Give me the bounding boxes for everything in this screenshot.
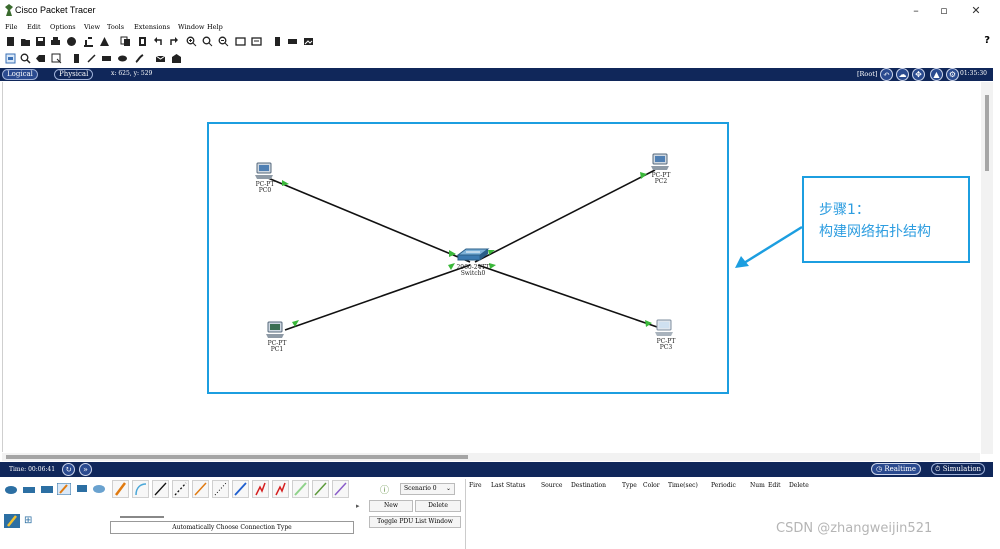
scenario-info-icon: ⓘ xyxy=(380,486,390,496)
pdu-column-header: Destination xyxy=(571,482,607,489)
pdu-column-header: Last Status xyxy=(491,482,526,489)
end-devices-category-icon[interactable] xyxy=(75,483,89,495)
packet-tracer-window: Cisco Packet Tracer – ▫ ✕ File Edit Opti… xyxy=(0,0,1000,549)
pdu-column-header: Periodic xyxy=(711,482,736,489)
pdu-column-header: Source xyxy=(541,482,563,489)
hubs-category-icon[interactable] xyxy=(40,483,54,495)
coaxial-icon[interactable] xyxy=(232,480,249,498)
connections-subcategory-icon[interactable] xyxy=(4,514,20,528)
callout-arrow xyxy=(735,225,803,268)
fiber-icon[interactable] xyxy=(192,480,209,498)
pdu-column-header: Color xyxy=(643,482,660,489)
pdu-column-header: Edit xyxy=(768,482,781,489)
pc-icon[interactable] xyxy=(255,162,273,179)
iot-custom-cable-icon[interactable] xyxy=(312,480,329,498)
link-pc3-switch0[interactable] xyxy=(477,263,661,329)
panel-collapse-icon[interactable]: ▸ xyxy=(356,502,360,510)
pdu-column-header: Time(sec) xyxy=(668,482,698,489)
panel-divider xyxy=(465,479,466,549)
power-cycle-icon[interactable]: ↻ xyxy=(62,463,75,476)
link-pc1-switch0[interactable] xyxy=(284,263,471,331)
routers-category-icon[interactable] xyxy=(4,483,18,495)
realtime-mode-button[interactable]: ◷ Realtime xyxy=(871,463,922,475)
wan-emulation-category-icon[interactable] xyxy=(92,483,106,495)
time-bar: Time: 00:06:41 ↻ » ◷ Realtime ⏱ Simulati… xyxy=(0,462,993,477)
toggle-pdu-list-button[interactable]: Toggle PDU List Window xyxy=(369,516,461,528)
time-label: Time: 00:06:41 xyxy=(9,466,56,473)
connections-category-icon[interactable] xyxy=(57,483,71,495)
fast-forward-icon[interactable]: » xyxy=(79,463,92,476)
simulation-mode-button[interactable]: ⏱ Simulation xyxy=(931,463,986,475)
pc-icon[interactable] xyxy=(655,319,673,336)
pdu-column-header: Delete xyxy=(789,482,809,489)
pc-icon[interactable] xyxy=(651,153,669,170)
simulation-label: Simulation xyxy=(942,465,982,473)
palette-scroll-thumb[interactable] xyxy=(120,516,164,518)
device-label: PC-PT PC2 xyxy=(646,173,676,185)
serial-dce-icon[interactable] xyxy=(252,480,269,498)
link-pc2-switch0[interactable] xyxy=(474,169,656,263)
simulation-icon: ⏱ xyxy=(935,465,941,473)
scenario-select[interactable]: Scenario 0 ⌄ xyxy=(400,483,455,495)
device-name-label: PC3 xyxy=(659,344,673,351)
device-name-label: Switch0 xyxy=(460,270,486,277)
crossover-icon[interactable] xyxy=(172,480,189,498)
watermark: CSDN @zhangweijin521 xyxy=(776,521,933,536)
device-name-label: PC0 xyxy=(258,187,272,194)
device-name-label: PC2 xyxy=(654,178,668,185)
device-label: PC-PT PC0 xyxy=(250,182,280,194)
pdu-column-header: Type xyxy=(622,482,637,489)
realtime-label: Realtime xyxy=(884,465,917,473)
device-label: PC-PT PC3 xyxy=(651,339,681,351)
serial-dte-icon[interactable] xyxy=(272,480,289,498)
usb-cable-icon[interactable] xyxy=(332,480,349,498)
link-pc0-switch0[interactable] xyxy=(267,177,471,263)
step-callout: 步骤1： 构建网络拓扑结构 xyxy=(802,176,970,263)
pdu-column-header: Fire xyxy=(469,482,482,489)
delete-scenario-button[interactable]: Delete xyxy=(415,500,461,512)
device-label: 2960-24TT Switch0 xyxy=(452,265,494,277)
straight-through-icon[interactable] xyxy=(152,480,169,498)
pdu-column-header: Num xyxy=(750,482,765,489)
console-cable-icon[interactable] xyxy=(132,480,149,498)
phone-cable-icon[interactable] xyxy=(212,480,229,498)
callout-description: 构建网络拓扑结构 xyxy=(819,224,931,240)
realtime-icon: ◷ xyxy=(876,465,883,473)
chevron-down-icon: ⌄ xyxy=(445,485,451,492)
device-label: PC-PT PC1 xyxy=(262,341,292,353)
grid-icon[interactable]: ⊞ xyxy=(24,515,32,526)
new-scenario-button[interactable]: New xyxy=(369,500,413,512)
octal-cable-icon[interactable] xyxy=(292,480,309,498)
switches-category-icon[interactable] xyxy=(22,483,36,495)
auto-connection-icon[interactable] xyxy=(112,480,129,498)
callout-step: 步骤1： xyxy=(819,202,870,218)
pc-icon[interactable] xyxy=(266,321,284,338)
device-name-label: PC1 xyxy=(270,346,284,353)
connection-type-label: Automatically Choose Connection Type xyxy=(110,521,354,534)
scenario-selected: Scenario 0 xyxy=(404,485,437,492)
